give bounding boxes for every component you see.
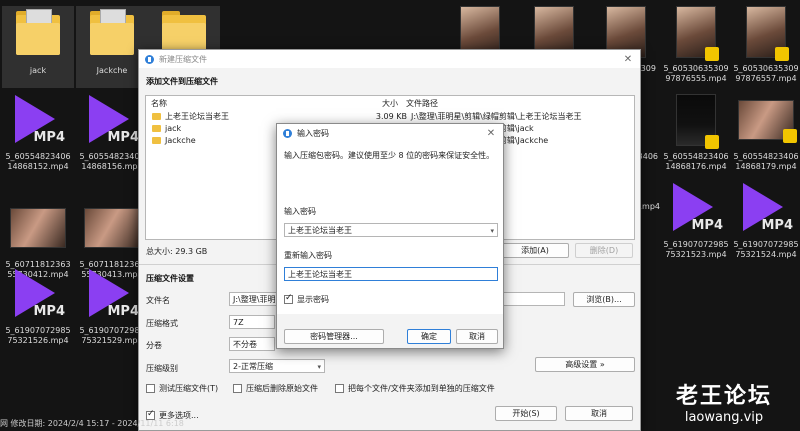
password-pane: 输入压缩包密码。建议使用至少 8 位的密码来保证安全性。 输入密码 上老王论坛当…	[277, 142, 503, 314]
file-caption: 5_61907072985 75321523.mp4	[663, 240, 729, 259]
enter-password-input[interactable]: 上老王论坛当老王 ▾	[284, 223, 498, 237]
app-icon	[283, 128, 292, 138]
watermark-title: 老王论坛	[675, 384, 772, 409]
mp4-file-icon: MP4	[739, 181, 793, 235]
desktop-mp4-file[interactable]: MP4 5_61907072985 75321524.mp4	[730, 180, 800, 262]
split-label: 分卷	[146, 341, 162, 350]
file-caption: 5_61907072985 75321524.mp4	[733, 240, 799, 259]
desktop-mp4-file[interactable]: MP4 5_61907072985 75321526.mp4	[2, 266, 74, 348]
watermark: 老王论坛 laowang.vip	[676, 378, 772, 425]
file-caption: jack	[29, 66, 47, 75]
password-dialog-titlebar: 输入密码 ✕	[277, 124, 503, 142]
status-bar: 网 修改日期: 2024/2/4 15:17 - 2024/11/11 6:18	[0, 419, 184, 428]
file-caption: 5_60530635309 97876555.mp4	[663, 64, 729, 83]
dialog-title: 新建压缩文件	[159, 54, 207, 64]
reenter-password-label: 重新输入密码	[284, 251, 332, 260]
desktop-folder-jack[interactable]: jack	[2, 6, 74, 88]
cancel-button[interactable]: 取消	[565, 406, 633, 421]
desktop-video-file[interactable]: 5_60554823406 14868179.mp4	[730, 92, 800, 174]
file-caption: 5_60554823406 14868152.mp4	[5, 152, 71, 171]
level-select[interactable]: 2-正常压缩 ▾	[229, 359, 325, 373]
column-path[interactable]: 文件路径	[406, 98, 438, 109]
video-thumbnail	[84, 208, 140, 248]
advanced-settings-button[interactable]: 高级设置 »	[535, 357, 635, 372]
add-files-heading: 添加文件到压缩文件	[146, 77, 218, 86]
separate-archives-checkbox[interactable]: 把每个文件/文件夹添加到单独的压缩文件	[335, 383, 495, 394]
password-manager-button[interactable]: 密码管理器...	[284, 329, 384, 344]
reenter-password-input[interactable]: 上老王论坛当老王	[284, 267, 498, 281]
folder-icon	[152, 125, 161, 132]
folder-icon	[90, 9, 134, 59]
video-thumbnail	[10, 208, 66, 248]
password-dialog-title: 输入密码	[297, 128, 329, 138]
chevron-down-icon: ▾	[490, 227, 494, 235]
delete-after-checkbox[interactable]: 压缩后删除原始文件	[233, 383, 318, 394]
video-thumbnail	[738, 100, 797, 143]
add-button[interactable]: 添加(A)	[501, 243, 569, 258]
total-size: 总大小: 29.3 GB	[146, 247, 208, 256]
start-button[interactable]: 开始(S)	[495, 406, 557, 421]
mp4-file-icon: MP4	[669, 181, 723, 235]
video-thumbnail	[676, 94, 719, 149]
mp4-file-icon: MP4	[11, 93, 65, 147]
dialog-titlebar: 新建压缩文件 ✕	[139, 50, 640, 68]
format-label: 压缩格式	[146, 319, 178, 328]
video-thumbnail	[746, 6, 789, 61]
show-password-checkbox[interactable]: 显示密码	[284, 293, 329, 305]
password-hint: 输入压缩包密码。建议使用至少 8 位的密码来保证安全性。	[284, 151, 495, 160]
video-thumbnail	[676, 6, 719, 61]
mp4-file-icon: MP4	[85, 93, 139, 147]
list-item[interactable]: 上老王论坛当老王 3.09 KB J:\整理\菲明星\剪辑\绿帽剪辑\上老王论坛…	[152, 111, 632, 122]
folder-icon	[152, 113, 161, 120]
test-archive-checkbox[interactable]: 测试压缩文件(T)	[146, 383, 218, 394]
password-dialog: 输入密码 ✕ 输入压缩包密码。建议使用至少 8 位的密码来保证安全性。 输入密码…	[276, 123, 504, 349]
close-icon[interactable]: ✕	[479, 128, 503, 139]
folder-icon	[16, 9, 60, 59]
column-size[interactable]: 大小	[382, 98, 398, 109]
desktop-mp4-file[interactable]: MP4 5_60554823406 14868152.mp4	[2, 92, 74, 174]
file-caption: 5_60554823406 14868179.mp4	[733, 152, 799, 171]
mp4-file-icon: MP4	[11, 267, 65, 321]
delete-button[interactable]: 删除(D)	[575, 243, 633, 258]
enter-password-label: 输入密码	[284, 207, 316, 216]
desktop-video-file[interactable]: 5_60530635309 97876555.mp4	[660, 4, 732, 86]
ok-button[interactable]: 确定	[407, 329, 451, 344]
file-caption: 5_60530635309 97876557.mp4	[733, 64, 799, 83]
watermark-url: laowang.vip	[684, 410, 764, 425]
column-name[interactable]: 名称	[151, 98, 167, 109]
desktop-video-file[interactable]: 5_60554823406 14868176.mp4	[660, 92, 732, 174]
mp4-file-icon: MP4	[85, 267, 139, 321]
close-icon[interactable]: ✕	[616, 54, 640, 65]
folder-icon	[152, 137, 161, 144]
app-icon	[145, 54, 154, 64]
desktop-mp4-file[interactable]: MP4 5_61907072985 75321523.mp4	[660, 180, 732, 262]
password-cancel-button[interactable]: 取消	[456, 329, 498, 344]
file-caption: 5_60554823406 14868176.mp4	[663, 152, 729, 171]
split-select[interactable]: 不分卷	[229, 337, 275, 351]
level-label: 压缩级别	[146, 364, 178, 373]
browse-button[interactable]: 浏览(B)...	[573, 292, 635, 307]
desktop-video-file[interactable]: 5_60530635309 97876557.mp4	[730, 4, 800, 86]
archive-settings-heading: 压缩文件设置	[146, 274, 194, 283]
file-caption: 5_61907072985 75321526.mp4	[5, 326, 71, 345]
chevron-down-icon: ▾	[317, 363, 321, 371]
format-select[interactable]: 7Z	[229, 315, 275, 329]
filename-label: 文件名	[146, 296, 170, 305]
